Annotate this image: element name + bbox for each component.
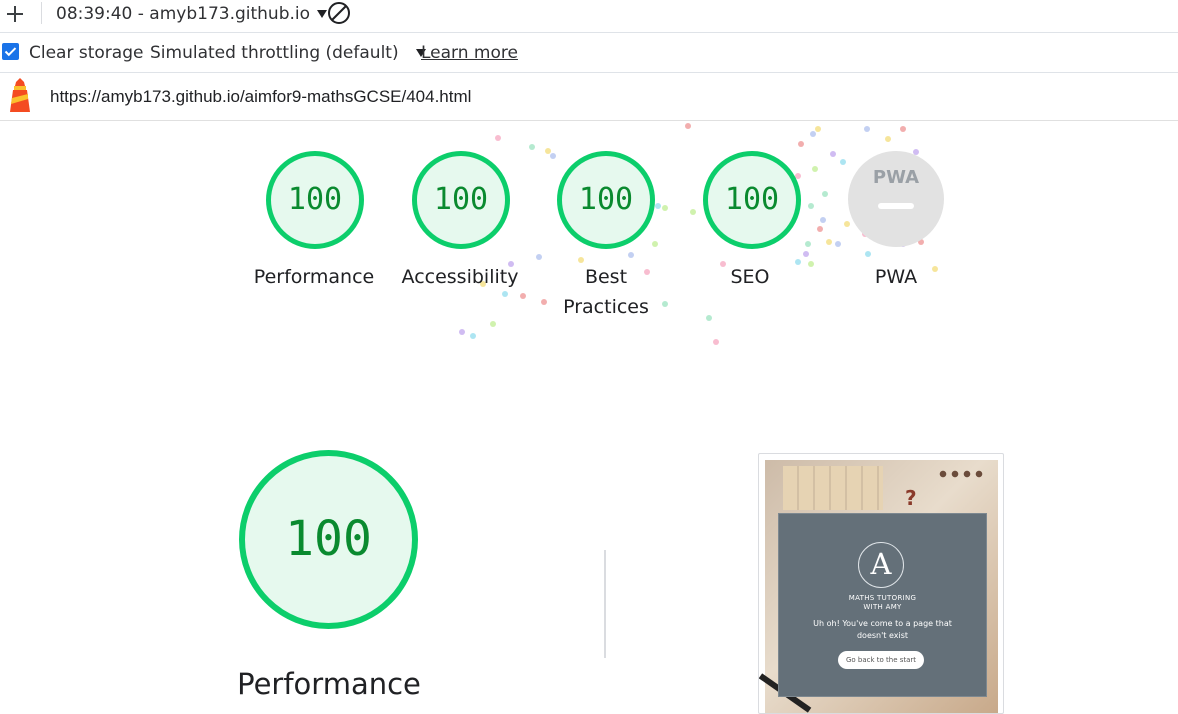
gauge-accessibility[interactable]: 100 <box>412 151 510 249</box>
lighthouse-icon <box>7 78 33 114</box>
score-summary: 100 Performance 100 Accessibility 100 Be… <box>0 121 1178 352</box>
go-back-button: Go back to the start <box>838 651 924 669</box>
learn-more-link[interactable]: Learn more <box>421 43 518 63</box>
gauge-best-practices[interactable]: 100 <box>557 151 655 249</box>
throttling-label: Simulated throttling (default) <box>150 43 399 63</box>
url-bar: https://amyb173.github.io/aimfor9-mathsG… <box>0 73 1178 121</box>
error-message-line-2: doesn't exist <box>856 631 909 640</box>
gauge-score: 100 <box>724 182 780 217</box>
report-toolbar: 08:39:40 - amyb173.github.io <box>0 0 1178 33</box>
pwa-badge-text: PWA <box>872 167 920 188</box>
gauge-score: 100 <box>578 182 634 217</box>
detail-title: Performance <box>237 667 421 701</box>
gauge-pwa[interactable]: PWA <box>848 151 944 247</box>
gauge-score: 100 <box>285 511 372 567</box>
final-screenshot[interactable]: ? A MATHS TUTORING WITH AMY Uh oh! You'v… <box>758 453 1004 714</box>
pwa-dash <box>878 203 914 209</box>
gauge-seo[interactable]: 100 <box>703 151 801 249</box>
error-card: A MATHS TUTORING WITH AMY Uh oh! You've … <box>778 513 987 697</box>
gauge-score: 100 <box>287 182 343 217</box>
page-url: https://amyb173.github.io/aimfor9-mathsG… <box>50 87 472 106</box>
block-icon[interactable] <box>327 1 351 25</box>
logo-circle: A <box>858 542 904 588</box>
gauge-label-seo: SEO <box>730 266 770 288</box>
gauge-label-performance: Performance <box>253 266 375 288</box>
bg-tiles <box>783 466 883 510</box>
toolbar-separator <box>41 2 42 24</box>
report-selector-label: 08:39:40 - amyb173.github.io <box>56 4 311 24</box>
gauge-label-best-practices: Best Practices <box>563 266 649 318</box>
report-selector[interactable]: 08:39:40 - amyb173.github.io <box>56 4 328 24</box>
vertical-divider <box>604 550 606 658</box>
gauge-performance-large: 100 <box>239 450 418 629</box>
plus-icon[interactable] <box>5 4 25 24</box>
logo-letter: A <box>870 547 892 581</box>
clear-storage-checkbox[interactable] <box>2 43 19 60</box>
brand-line-2: WITH AMY <box>863 603 902 611</box>
gauge-label-accessibility: Accessibility <box>401 266 519 288</box>
settings-bar: Clear storage Simulated throttling (defa… <box>0 33 1178 73</box>
bg-dots <box>937 470 983 478</box>
error-message-line-1: Uh oh! You've come to a page that <box>813 619 952 628</box>
gauge-performance[interactable]: 100 <box>266 151 364 249</box>
gauge-score: 100 <box>433 182 489 217</box>
clear-storage-label[interactable]: Clear storage <box>29 43 143 63</box>
throttling-select[interactable]: Simulated throttling (default) <box>150 43 427 63</box>
brand-line-1: MATHS TUTORING <box>848 594 917 602</box>
gauge-label-pwa: PWA <box>874 266 918 288</box>
question-mark-icon: ? <box>905 486 917 510</box>
